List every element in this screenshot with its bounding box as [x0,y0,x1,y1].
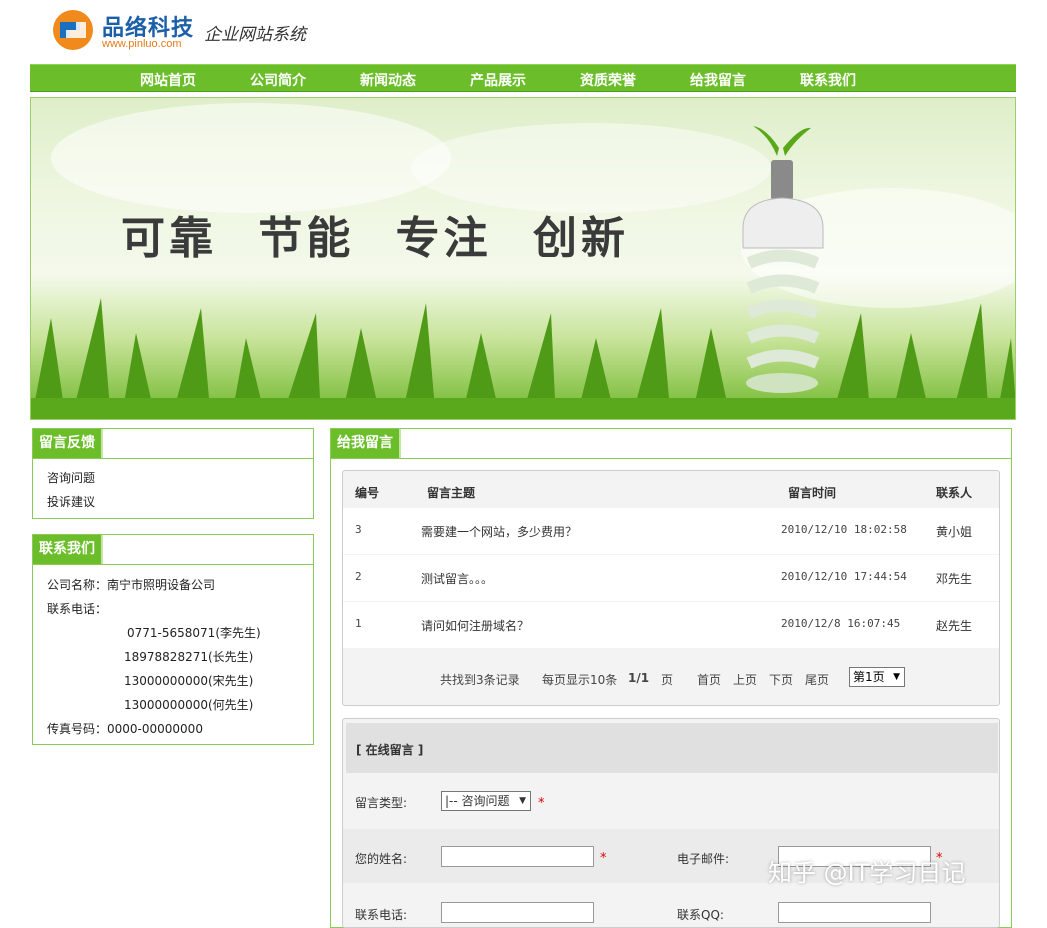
email-label: 电子邮件: [677,852,730,866]
nav-honors[interactable]: 资质荣誉 [580,70,636,90]
col-contact-header: 联系人 [936,486,973,500]
row-subject[interactable]: 请问如何注册域名？ [421,617,529,634]
row-subject[interactable]: 需要建一个网站，多少费用？ [421,523,577,540]
fax-number: 传真号码：0000-00000000 [47,722,203,736]
table-row: 1 请问如何注册域名？ 2010/12/8 16:07:45 赵先生 [343,602,999,648]
col-subject-header: 留言主题 [427,486,476,500]
message-table: 编号 留言主题 留言时间 联系人 3 需要建一个网站，多少费用？ 2010/12… [342,470,1000,706]
prev-page-link[interactable]: 上页 [733,671,757,688]
row-contact: 邓先生 [936,572,973,586]
banner: 可靠 节能 专注 创新 [30,97,1016,420]
guestbook-title: 给我留言 [331,429,401,458]
phone-3: 13000000000(宋先生) [124,674,254,688]
required-mark: * [538,796,545,811]
brand-subtitle: 企业网站系统 [204,25,306,45]
name-label: 您的姓名: [355,852,408,866]
sidebar-item-consult[interactable]: 咨询问题 [47,469,95,486]
required-mark: * [600,851,607,866]
row-id: 1 [355,617,362,630]
record-count: 共找到3条记录 [440,673,520,687]
feedback-title: 留言反馈 [33,429,103,458]
nav-contact[interactable]: 联系我们 [800,70,856,90]
page-select[interactable]: 第1页 ▼ [849,667,905,687]
row-time: 2010/12/10 18:02:58 [781,523,907,536]
row-id: 3 [355,523,362,536]
nav-guestbook[interactable]: 给我留言 [690,70,746,90]
page-of: 1/1 [628,671,650,685]
phone-4: 13000000000(何先生) [124,698,254,712]
last-page-link[interactable]: 尾页 [805,671,829,688]
sidebar-item-complaint[interactable]: 投诉建议 [47,493,95,510]
per-page: 每页显示10条 [542,673,618,687]
banner-slogan: 可靠 节能 专注 创新 [121,213,629,264]
form-title: [ 在线留言 ] [356,743,424,757]
type-label: 留言类型: [355,796,408,810]
phone-input[interactable] [441,902,594,923]
nav-news[interactable]: 新闻动态 [360,70,416,90]
table-row: 3 需要建一个网站，多少费用？ 2010/12/10 18:02:58 黄小姐 [343,508,999,554]
qq-input[interactable] [778,902,931,923]
watermark: 知乎 @IT学习日记 [768,859,966,887]
table-row: 2 测试留言。。。 2010/12/10 17:44:54 邓先生 [343,555,999,601]
brand-url: www.pinluo.com [102,38,182,50]
name-input[interactable] [441,846,594,867]
contact-title: 联系我们 [33,535,103,564]
logo-icon [53,10,93,50]
row-time: 2010/12/10 17:44:54 [781,570,907,583]
nav-home[interactable]: 网站首页 [140,70,196,90]
phone-label: 联系电话： [47,602,108,616]
message-form: [ 在线留言 ] 留言类型: |-- 咨询问题 ▼ * 您的姓名: * 电子邮件… [342,718,1000,928]
guestbook-header: 给我留言 [331,429,1011,459]
page-unit: 页 [661,673,674,687]
row-contact: 黄小姐 [936,525,973,539]
feedback-box: 留言反馈 咨询问题 投诉建议 [32,428,314,519]
type-select[interactable]: |-- 咨询问题 ▼ [441,791,531,811]
phone-1: 0771-5658071(李先生) [127,626,261,640]
first-page-link[interactable]: 首页 [697,671,721,688]
phone-2: 18978828271(长先生) [124,650,254,664]
feedback-header: 留言反馈 [33,429,313,459]
contact-box: 联系我们 公司名称：南宁市照明设备公司 联系电话： 0771-5658071(李… [32,534,314,745]
form-header: [ 在线留言 ] [346,723,998,773]
chevron-down-icon: ▼ [893,672,900,682]
company-name: 公司名称：南宁市照明设备公司 [47,578,216,592]
row-id: 2 [355,570,362,583]
col-id-header: 编号 [355,486,380,500]
main-nav: 网站首页 公司简介 新闻动态 产品展示 资质荣誉 给我留言 联系我们 [30,64,1016,92]
row-time: 2010/12/8 16:07:45 [781,617,901,630]
type-select-value: |-- 咨询问题 [445,794,510,808]
page-select-value: 第1页 [853,670,885,684]
next-page-link[interactable]: 下页 [769,671,793,688]
row-contact: 赵先生 [936,619,973,633]
contact-header: 联系我们 [33,535,313,565]
col-time-header: 留言时间 [788,486,837,500]
chevron-down-icon: ▼ [519,796,526,806]
nav-about[interactable]: 公司简介 [250,70,306,90]
row-subject[interactable]: 测试留言。。。 [421,570,493,587]
nav-products[interactable]: 产品展示 [470,70,526,90]
